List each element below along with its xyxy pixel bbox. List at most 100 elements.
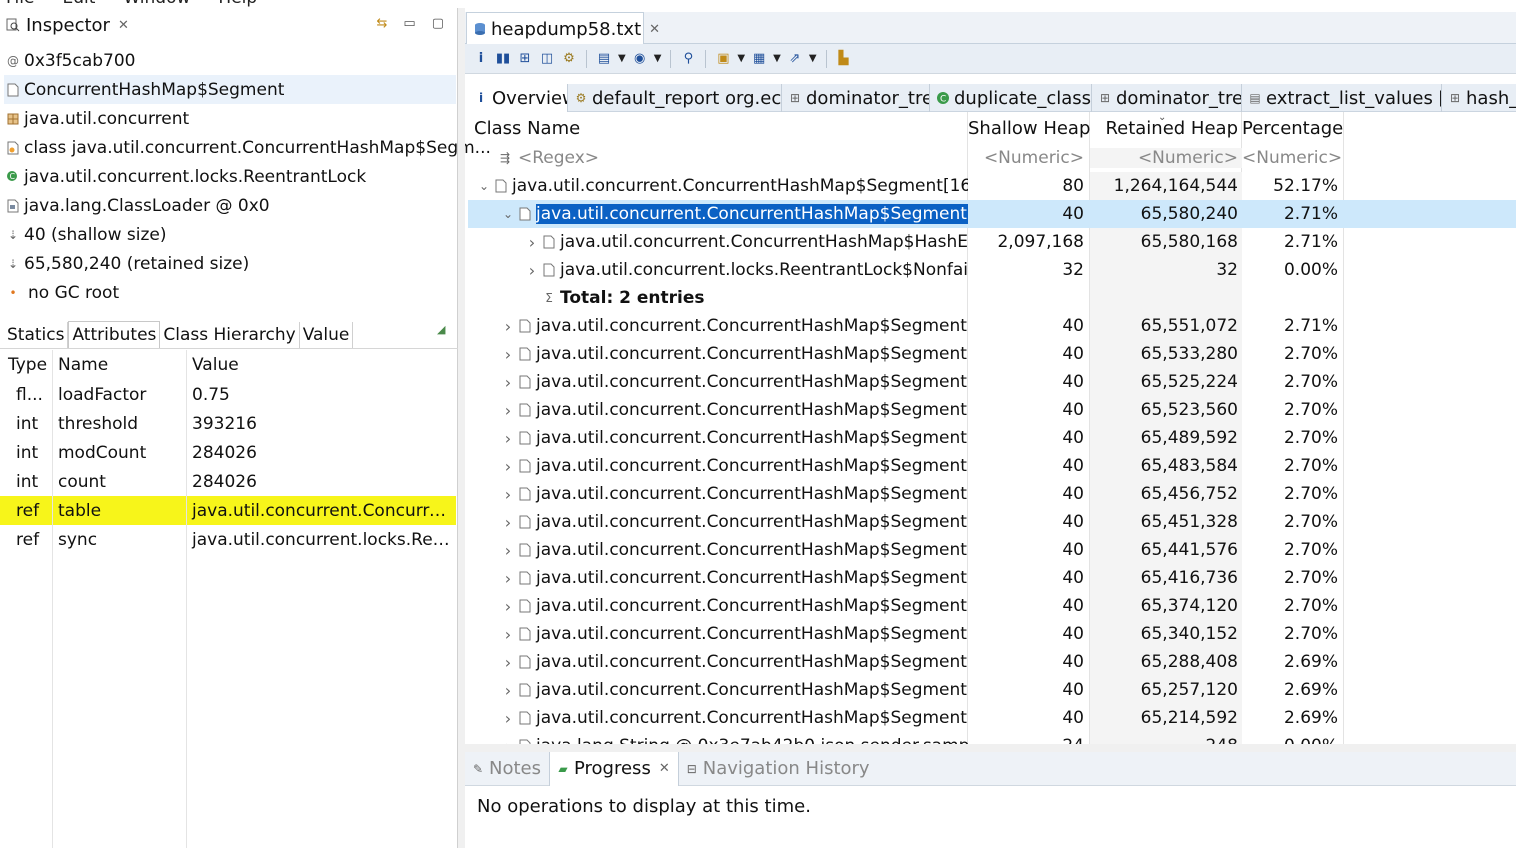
chevron-down-icon[interactable]: ▼ [618, 53, 626, 64]
shallow-filter-input[interactable]: <Numeric> [968, 148, 1090, 168]
column-percentage[interactable]: Percentage [1242, 118, 1343, 139]
expand-icon[interactable]: › [498, 429, 518, 448]
table-row[interactable]: › java.util.concurrent.ConcurrentHashMap$… [468, 704, 1516, 732]
expand-icon[interactable]: › [498, 653, 518, 672]
table-row[interactable]: › java.util.concurrent.ConcurrentHashMap$… [468, 676, 1516, 704]
tab-progress[interactable]: ▰ Progress ✕ [549, 751, 679, 786]
table-row[interactable]: › java.util.concurrent.ConcurrentHashMap$… [468, 592, 1516, 620]
table-row[interactable]: › java.util.concurrent.ConcurrentHashMap$… [468, 228, 1516, 256]
shallow-size[interactable]: ⇣ 40 (shallow size) [6, 220, 456, 249]
object-class[interactable]: class java.util.concurrent.ConcurrentHas… [6, 133, 491, 162]
table-row[interactable]: ref sync java.util.concurrent.locks.Reen… [0, 525, 456, 554]
tab-navigation-history[interactable]: ⊟ Navigation History [679, 752, 878, 786]
oql-icon[interactable]: ◫ [539, 51, 555, 66]
calculate-retained-icon[interactable]: ▦ [751, 51, 767, 66]
query-browser-icon[interactable]: ◉ [632, 51, 648, 66]
info-icon[interactable]: i [473, 51, 489, 66]
chevron-down-icon[interactable]: ▼ [809, 53, 817, 64]
table-row[interactable]: › java.util.concurrent.ConcurrentHashMap$… [468, 508, 1516, 536]
retained-filter-input[interactable]: <Numeric> [1090, 148, 1242, 168]
table-row[interactable]: ⌄ java.util.concurrent.ConcurrentHashMap$… [468, 172, 1516, 200]
table-row[interactable]: › java.util.concurrent.ConcurrentHashMap$… [468, 312, 1516, 340]
close-icon[interactable]: ✕ [659, 761, 670, 776]
run-report-icon[interactable]: ▤ [596, 51, 612, 66]
column-value[interactable]: Value [186, 355, 452, 375]
table-row[interactable]: int modCount 284026 [0, 438, 456, 467]
table-row[interactable]: › java.util.concurrent.ConcurrentHashMap$… [468, 424, 1516, 452]
object-superclass[interactable]: C java.util.concurrent.locks.ReentrantLo… [6, 162, 456, 191]
editor-tab-heapdump[interactable]: heapdump58.txt ✕ [466, 12, 660, 45]
tab-default-report[interactable]: ⚙ default_report org.ec... [568, 84, 782, 112]
table-row[interactable]: › java.util.concurrent.ConcurrentHashMap$… [468, 536, 1516, 564]
vertical-splitter[interactable] [458, 8, 465, 848]
table-row[interactable]: fl... loadFactor 0.75 [0, 380, 456, 409]
chevron-down-icon[interactable]: ▼ [773, 53, 781, 64]
expand-icon[interactable]: › [498, 345, 518, 364]
tab-overview[interactable]: i Overview [468, 84, 568, 112]
expand-icon[interactable]: › [498, 457, 518, 476]
tab-statics[interactable]: Statics [4, 322, 69, 349]
inspector-tab[interactable]: Inspector ✕ ⇆ ▭ ▢ [0, 10, 458, 40]
pin-icon[interactable]: ◢ [437, 323, 445, 336]
column-shallow-heap[interactable]: Shallow Heap [968, 118, 1090, 139]
table-row[interactable]: › java.util.concurrent.ConcurrentHashMap$… [468, 564, 1516, 592]
table-row[interactable]: › java.lang.String @ 0x3e7ab42b0 json.sen… [468, 732, 1516, 744]
expand-icon[interactable]: › [498, 681, 518, 700]
object-classloader[interactable]: java.lang.ClassLoader @ 0x0 [6, 191, 456, 220]
sync-icon[interactable]: ⇆ [377, 16, 388, 31]
expand-icon[interactable]: › [498, 737, 518, 745]
menu-edit[interactable]: Edit [62, 0, 95, 8]
collapse-icon[interactable]: ⌄ [498, 207, 518, 221]
table-row[interactable]: › java.util.concurrent.ConcurrentHashMap$… [468, 340, 1516, 368]
table-row[interactable]: › java.util.concurrent.ConcurrentHashMap$… [468, 452, 1516, 480]
close-icon[interactable]: ✕ [118, 18, 129, 33]
tab-duplicate-classes[interactable]: C duplicate_classes [930, 84, 1092, 112]
retained-size[interactable]: ⇣ 65,580,240 (retained size) [6, 249, 456, 278]
regex-filter-cell[interactable]: ⇶ <Regex> [468, 144, 968, 172]
table-row[interactable]: › java.util.concurrent.ConcurrentHashMap$… [468, 396, 1516, 424]
tab-notes[interactable]: ✎ Notes [465, 752, 549, 786]
maximize-icon[interactable]: ▢ [432, 16, 444, 31]
expand-icon[interactable]: › [498, 625, 518, 644]
group-by-icon[interactable]: ▣ [715, 51, 731, 66]
table-row[interactable]: › java.util.concurrent.ConcurrentHashMap$… [468, 368, 1516, 396]
expand-icon[interactable]: › [498, 373, 518, 392]
expand-icon[interactable]: › [522, 261, 542, 280]
gc-root-status[interactable]: • no GC root [6, 278, 456, 307]
tab-hash[interactable]: ⊞ hash_s [1442, 84, 1516, 112]
search-icon[interactable]: ⚲ [680, 51, 696, 66]
expand-icon[interactable]: › [522, 233, 542, 252]
table-row-highlighted[interactable]: ref table java.util.concurrent.Concurren… [0, 496, 456, 525]
expand-icon[interactable]: › [498, 541, 518, 560]
table-row[interactable]: › java.util.concurrent.locks.ReentrantLoc… [468, 256, 1516, 284]
pct-filter-input[interactable]: <Numeric> [1242, 148, 1342, 168]
tab-value[interactable]: Value [300, 322, 354, 349]
dominator-tree-icon[interactable]: ⊞ [517, 51, 533, 66]
chevron-down-icon[interactable]: ▼ [654, 53, 662, 64]
table-row[interactable]: int count 284026 [0, 467, 456, 496]
object-package[interactable]: java.util.concurrent [6, 104, 456, 133]
close-icon[interactable]: ✕ [649, 22, 660, 37]
table-row[interactable]: int threshold 393216 [0, 409, 456, 438]
column-name[interactable]: Name [52, 355, 186, 375]
expand-icon[interactable]: › [498, 709, 518, 728]
expand-icon[interactable]: › [498, 485, 518, 504]
table-row[interactable]: › java.util.concurrent.ConcurrentHashMap$… [468, 648, 1516, 676]
expand-icon[interactable]: › [498, 513, 518, 532]
chevron-down-icon[interactable]: ▼ [737, 53, 745, 64]
expand-icon[interactable]: › [498, 569, 518, 588]
menu-help[interactable]: Help [218, 0, 257, 8]
total-row[interactable]: Σ Total: 2 entries [468, 284, 1516, 312]
expand-icon[interactable]: › [498, 597, 518, 616]
tab-extract-list-values[interactable]: ▤ extract_list_values [c... [1242, 84, 1442, 112]
menu-window[interactable]: Window [123, 0, 190, 8]
column-type[interactable]: Type [0, 355, 52, 375]
column-class-name[interactable]: Class Name [468, 114, 968, 142]
tab-dominator-tree-2[interactable]: ⊞ dominator_tree [1092, 84, 1242, 112]
object-type[interactable]: ConcurrentHashMap$Segment [4, 75, 456, 104]
expand-icon[interactable]: › [498, 317, 518, 336]
object-address[interactable]: @ 0x3f5cab700 [6, 46, 456, 75]
table-row[interactable]: › java.util.concurrent.ConcurrentHashMap$… [468, 480, 1516, 508]
minimize-icon[interactable]: ▭ [403, 16, 415, 31]
thread-overview-icon[interactable]: ⚙ [561, 51, 577, 66]
